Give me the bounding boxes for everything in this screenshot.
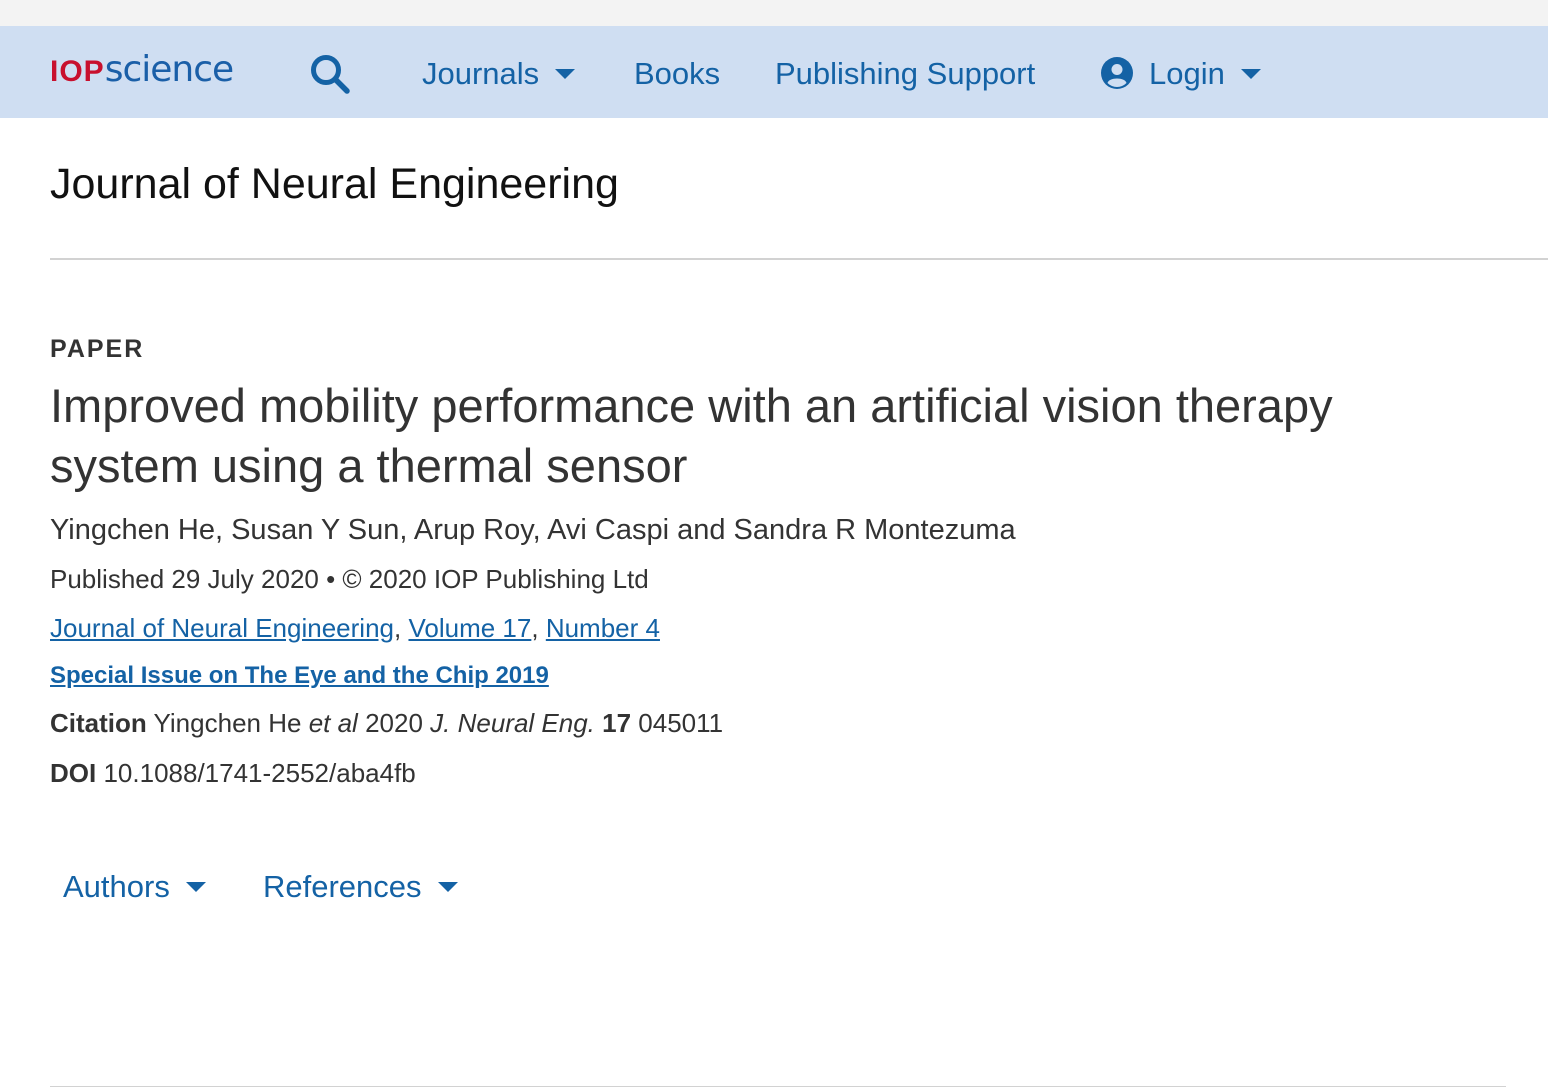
user-icon [1101, 56, 1133, 89]
journal-title[interactable]: Journal of Neural Engineering [50, 158, 619, 210]
chevron-down-icon [1240, 68, 1261, 79]
top-strip [0, 0, 1548, 26]
article-title: Improved mobility performance with an ar… [50, 379, 1333, 492]
citation-etal: et al [308, 708, 358, 738]
doi-value: 10.1088/1741-2552/aba4fb [103, 758, 416, 788]
article-type-label: PAPER [50, 335, 145, 363]
author-list: Yingchen He, Susan Y Sun, Arup Roy, Avi … [50, 514, 1016, 546]
nav-login-dropdown[interactable]: Login [1101, 52, 1261, 96]
doi-label: DOI [50, 758, 97, 788]
nav-publishing-support-link[interactable]: Publishing Support [775, 52, 1035, 96]
divider [50, 258, 1548, 260]
references-toggle[interactable]: References [263, 866, 458, 908]
issue-number-link[interactable]: Number 4 [546, 613, 660, 643]
special-issue-link[interactable]: Special Issue on The Eye and the Chip 20… [50, 662, 549, 689]
special-issue: Special Issue on The Eye and the Chip 20… [50, 662, 549, 690]
nav-books-link[interactable]: Books [634, 52, 720, 96]
link-separator: , [531, 613, 539, 643]
chevron-down-icon [185, 881, 206, 892]
authors-toggle[interactable]: Authors [63, 866, 206, 908]
issue-links: Journal of Neural Engineering, Volume 17… [50, 613, 660, 644]
publication-info: Published 29 July 2020 • © 2020 IOP Publ… [50, 564, 649, 594]
doi-line: DOI 10.1088/1741-2552/aba4fb [50, 758, 416, 789]
logo-science-text: science [104, 49, 234, 90]
nav-journals-dropdown[interactable]: Journals [422, 52, 576, 96]
chevron-down-icon [437, 881, 458, 892]
link-separator: , [394, 613, 402, 643]
nav-publishing-support-label: Publishing Support [775, 56, 1036, 91]
search-icon[interactable] [308, 52, 352, 96]
references-toggle-label: References [263, 869, 422, 904]
nav-login-label: Login [1149, 56, 1225, 91]
authors-toggle-label: Authors [63, 869, 170, 904]
chevron-down-icon [555, 68, 576, 79]
citation-article-number: 045011 [638, 708, 724, 738]
divider [50, 1086, 1506, 1087]
citation-volume: 17 [602, 708, 632, 738]
citation-line: Citation Yingchen He et al 2020 J. Neura… [50, 708, 723, 739]
citation-journal: J. Neural Eng. [430, 708, 595, 738]
logo-iop-text: IOP [50, 55, 105, 88]
citation-year: 2020 [365, 708, 423, 738]
citation-label: Citation [50, 708, 147, 738]
nav-books-label: Books [634, 56, 721, 91]
journal-link[interactable]: Journal of Neural Engineering [50, 613, 394, 643]
citation-author: Yingchen He [153, 708, 302, 738]
volume-link[interactable]: Volume 17 [408, 613, 531, 643]
search-icon-graphic [311, 55, 350, 94]
nav-journals-label: Journals [422, 56, 540, 91]
iopscience-logo[interactable]: IOPscience [50, 49, 234, 90]
